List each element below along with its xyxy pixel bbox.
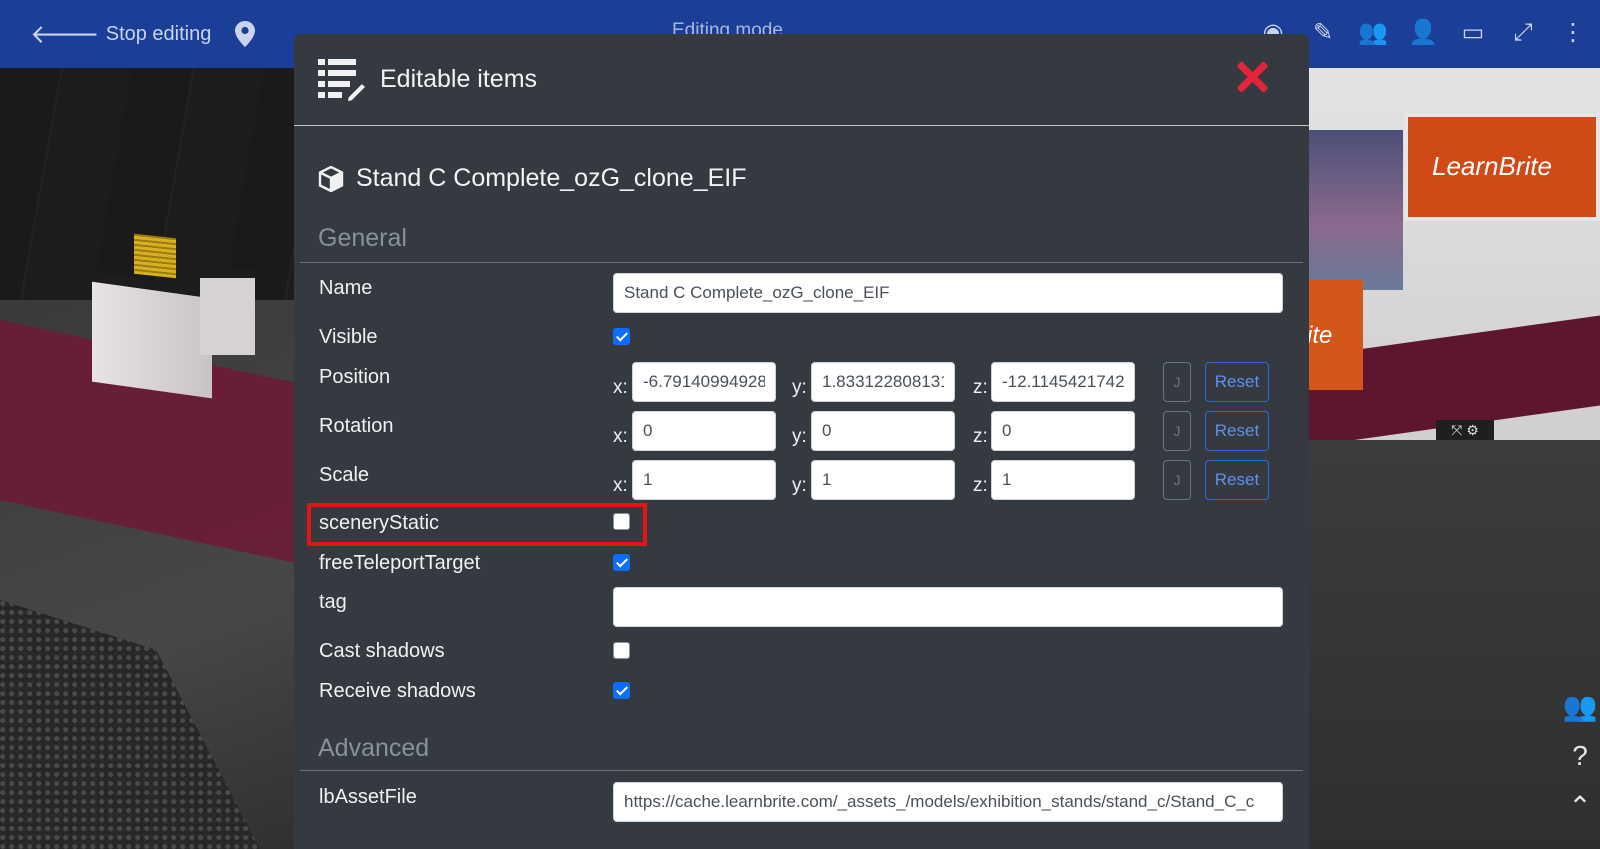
rotation-label: Rotation bbox=[319, 415, 394, 437]
name-label: Name bbox=[319, 277, 373, 299]
axis-x-label: x: bbox=[613, 475, 628, 496]
users-icon[interactable]: 👥 bbox=[1560, 690, 1600, 740]
cast-shadows-checkbox[interactable] bbox=[613, 642, 630, 659]
item-name-heading: Stand C Complete_ozG_clone_EIF bbox=[356, 164, 747, 192]
axis-z-label: z: bbox=[973, 426, 988, 447]
map-pin-icon[interactable] bbox=[235, 21, 256, 47]
pencil-add-icon[interactable]: ✎ bbox=[1308, 18, 1338, 48]
more-vertical-icon[interactable]: ⋮ bbox=[1558, 18, 1588, 48]
scale-reset-button[interactable]: Reset bbox=[1205, 460, 1269, 500]
section-advanced: Advanced bbox=[300, 734, 1303, 771]
item-heading: Stand C Complete_ozG_clone_EIF bbox=[318, 164, 747, 193]
receive-shadows-checkbox[interactable] bbox=[613, 682, 630, 699]
position-label: Position bbox=[319, 366, 391, 388]
cube-icon bbox=[318, 165, 344, 192]
stop-editing-button[interactable]: 🡐 Stop editing bbox=[30, 19, 211, 50]
scale-label: Scale bbox=[319, 464, 370, 486]
close-icon[interactable] bbox=[1235, 60, 1269, 94]
scene-floor-right bbox=[1283, 440, 1600, 849]
cast-shadows-label: Cast shadows bbox=[319, 640, 445, 662]
vr-headset-icon[interactable]: ▭ bbox=[1458, 18, 1488, 48]
scene-desk bbox=[92, 271, 212, 399]
scene-desk-side bbox=[200, 270, 255, 355]
modal-title: Editable items bbox=[380, 65, 538, 93]
visible-label: Visible bbox=[319, 326, 378, 348]
free-teleport-label: freeTeleportTarget bbox=[319, 552, 481, 574]
scenery-static-label: sceneryStatic bbox=[319, 512, 440, 534]
scenery-static-checkbox[interactable] bbox=[613, 513, 630, 530]
free-teleport-checkbox[interactable] bbox=[613, 554, 630, 571]
rotation-x-input[interactable] bbox=[632, 411, 776, 451]
rotation-y-input[interactable] bbox=[811, 411, 955, 451]
axis-y-label: y: bbox=[792, 377, 807, 398]
position-y-input[interactable] bbox=[811, 362, 955, 402]
users-icon[interactable]: 👥 bbox=[1358, 18, 1388, 48]
stop-editing-label: Stop editing bbox=[105, 22, 212, 45]
lb-asset-file-label: lbAssetFile bbox=[319, 786, 417, 808]
side-toolbar: 👥 ? ⌃ bbox=[1560, 690, 1600, 840]
user-add-icon[interactable]: 👤 bbox=[1408, 18, 1438, 48]
axis-z-label: z: bbox=[973, 475, 988, 496]
receive-shadows-label: Receive shadows bbox=[319, 680, 476, 702]
help-icon[interactable]: ? bbox=[1560, 740, 1600, 790]
fullscreen-icon[interactable]: ⤢ bbox=[1508, 18, 1538, 48]
scene-brand-sign: LearnBrite bbox=[1404, 113, 1600, 221]
arrow-left-icon: 🡐 bbox=[30, 18, 100, 49]
scale-x-input[interactable] bbox=[632, 460, 776, 500]
axis-y-label: y: bbox=[792, 475, 807, 496]
axis-x-label: x: bbox=[613, 377, 628, 398]
visible-checkbox[interactable] bbox=[613, 328, 630, 345]
section-general: General bbox=[300, 224, 1303, 263]
position-x-input[interactable] bbox=[632, 362, 776, 402]
position-j-button[interactable]: J bbox=[1163, 362, 1191, 402]
scene-desk-sign bbox=[134, 233, 176, 279]
scale-z-input[interactable] bbox=[991, 460, 1135, 500]
scale-j-button[interactable]: J bbox=[1163, 460, 1191, 500]
rotation-j-button[interactable]: J bbox=[1163, 411, 1191, 451]
position-z-input[interactable] bbox=[991, 362, 1135, 402]
lb-asset-file-input[interactable] bbox=[613, 782, 1283, 822]
axis-x-label: x: bbox=[613, 426, 628, 447]
editable-items-modal: Editable items Stand C Complete_ozG_clon… bbox=[294, 34, 1309, 849]
gear-icon[interactable]: ⚙ bbox=[1466, 422, 1479, 438]
section-general-label: General bbox=[318, 224, 407, 252]
tag-label: tag bbox=[319, 591, 347, 613]
move-gizmo-icon[interactable]: ⤧ bbox=[1451, 422, 1462, 438]
chevron-up-icon[interactable]: ⌃ bbox=[1560, 790, 1600, 840]
modal-header: Editable items bbox=[294, 34, 1309, 126]
list-edit-icon bbox=[318, 58, 366, 103]
scale-row: x: y: z: J Reset bbox=[613, 460, 1283, 500]
name-input[interactable] bbox=[613, 273, 1283, 313]
rotation-z-input[interactable] bbox=[991, 411, 1135, 451]
position-reset-button[interactable]: Reset bbox=[1205, 362, 1269, 402]
scene-gizmo[interactable]: ⤧ ⚙ bbox=[1436, 420, 1494, 440]
position-row: x: y: z: J Reset bbox=[613, 362, 1283, 402]
axis-z-label: z: bbox=[973, 377, 988, 398]
rotation-row: x: y: z: J Reset bbox=[613, 411, 1283, 451]
rotation-reset-button[interactable]: Reset bbox=[1205, 411, 1269, 451]
section-advanced-label: Advanced bbox=[318, 734, 430, 762]
axis-y-label: y: bbox=[792, 426, 807, 447]
scale-y-input[interactable] bbox=[811, 460, 955, 500]
tag-input[interactable] bbox=[613, 587, 1283, 627]
